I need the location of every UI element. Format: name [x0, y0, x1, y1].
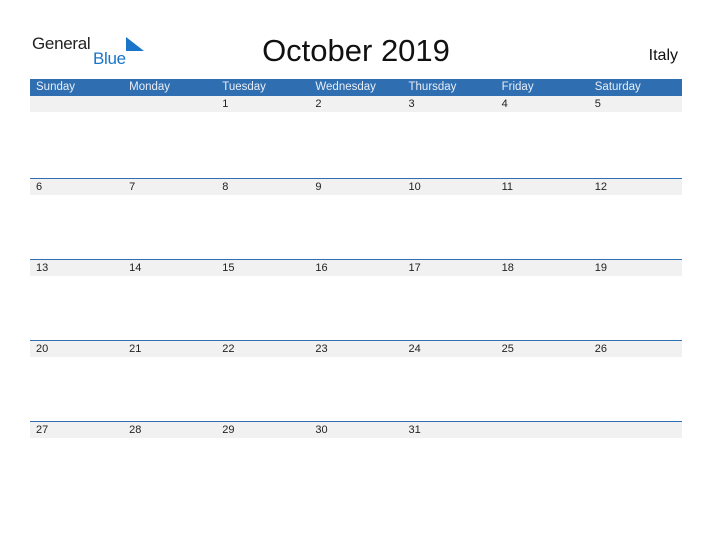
- day-cell: 14: [129, 262, 142, 274]
- weekday-label: Thursday: [408, 81, 457, 93]
- weekday-header: Sunday Monday Tuesday Wednesday Thursday…: [30, 79, 682, 96]
- day-cell: 16: [315, 262, 328, 274]
- date-strip: 6 7 8 9 10 11 12: [30, 179, 682, 195]
- day-cell: 6: [36, 181, 43, 193]
- date-strip: 27 28 29 30 31: [30, 422, 682, 438]
- day-cell: 13: [36, 262, 49, 274]
- day-cell: 18: [501, 262, 514, 274]
- date-strip: 1 2 3 4 5: [30, 96, 682, 112]
- day-cell: 19: [594, 262, 607, 274]
- day-cell: 25: [501, 343, 514, 355]
- weekday-label: Sunday: [36, 81, 76, 93]
- day-cell: 2: [315, 98, 322, 110]
- day-cell: 20: [36, 343, 49, 355]
- day-cell: 24: [408, 343, 421, 355]
- day-cell: 31: [408, 424, 421, 436]
- day-cell: [589, 422, 682, 438]
- day-cell: 17: [408, 262, 421, 274]
- weekday-label: Monday: [129, 81, 171, 93]
- day-cell: 23: [315, 343, 328, 355]
- day-cell: 1: [222, 98, 229, 110]
- weekday-label: Tuesday: [222, 81, 266, 93]
- day-cell: 15: [222, 262, 235, 274]
- day-cell: 3: [408, 98, 415, 110]
- week-row: 20 21 22 23 24 25 26: [30, 340, 682, 422]
- weekday-label: Friday: [501, 81, 534, 93]
- day-cell: [496, 422, 589, 438]
- day-cell: 12: [594, 181, 607, 193]
- week-row: 6 7 8 9 10 11 12: [30, 178, 682, 260]
- week-row: 13 14 15 16 17 18 19: [30, 259, 682, 341]
- day-cell: 30: [315, 424, 328, 436]
- date-strip: 13 14 15 16 17 18 19: [30, 260, 682, 276]
- day-cell: 5: [594, 98, 601, 110]
- day-cell: 4: [501, 98, 508, 110]
- week-row: 1 2 3 4 5: [30, 96, 682, 177]
- day-cell: 9: [315, 181, 322, 193]
- day-cell: 22: [222, 343, 235, 355]
- day-cell: 7: [129, 181, 136, 193]
- day-cell: 29: [222, 424, 235, 436]
- date-strip: 20 21 22 23 24 25 26: [30, 341, 682, 357]
- country-label: Italy: [648, 47, 678, 64]
- day-cell: 10: [408, 181, 421, 193]
- day-cell: 11: [501, 181, 514, 193]
- weekday-label: Wednesday: [315, 81, 376, 93]
- day-cell: 28: [129, 424, 142, 436]
- calendar-title: October 2019: [262, 33, 450, 68]
- day-cell: [123, 96, 216, 112]
- week-row: 27 28 29 30 31: [30, 421, 682, 503]
- day-cell: [30, 96, 123, 112]
- day-cell: 21: [129, 343, 142, 355]
- weekday-label: Saturday: [594, 81, 641, 93]
- day-cell: 8: [222, 181, 229, 193]
- day-cell: 26: [594, 343, 607, 355]
- day-cell: 27: [36, 424, 49, 436]
